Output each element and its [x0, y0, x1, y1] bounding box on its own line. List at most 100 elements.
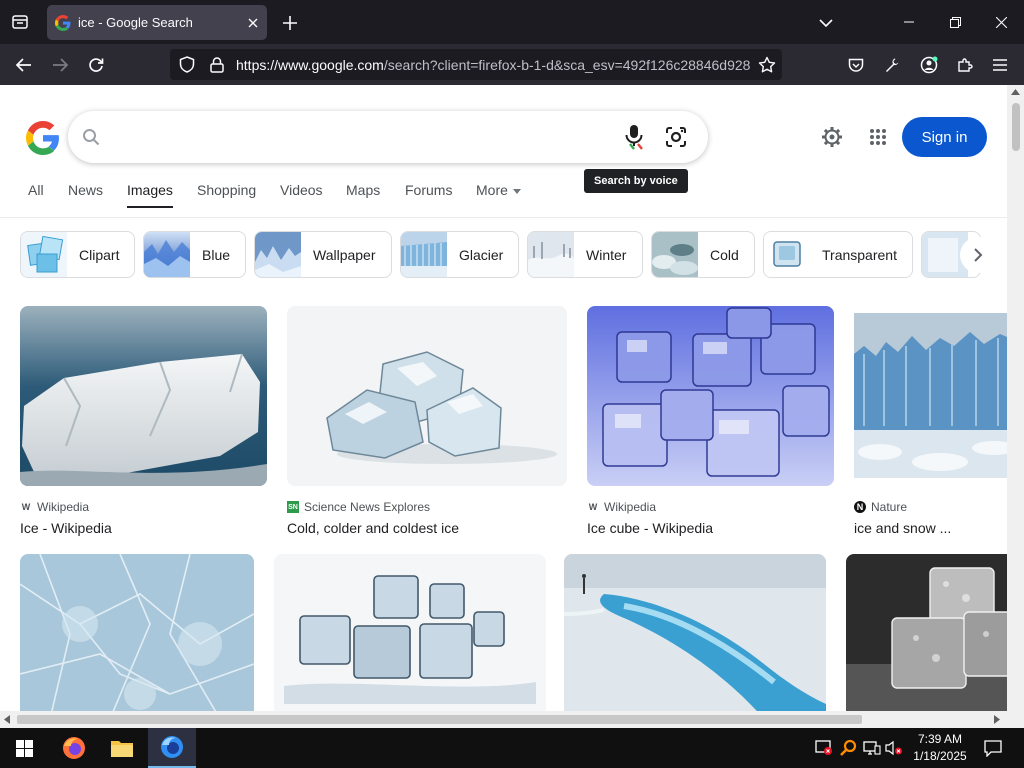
- hamburger-menu-icon: [993, 59, 1007, 71]
- chip-glacier[interactable]: Glacier: [400, 231, 519, 278]
- image-result[interactable]: SN Science News Explores Cold, colder and…: [287, 306, 567, 536]
- new-tab-button[interactable]: [276, 9, 304, 37]
- result-title[interactable]: ice and snow ...: [854, 520, 1007, 536]
- taskbar-clock[interactable]: 7:39 AM 1/18/2025: [905, 731, 975, 765]
- image-result[interactable]: N Nature ice and snow ...: [854, 306, 1007, 536]
- result-image-blue-ice-cubes[interactable]: [587, 306, 834, 486]
- back-button[interactable]: [9, 50, 39, 80]
- tracking-protection-button[interactable]: [174, 52, 200, 78]
- chip-clipart[interactable]: Clipart: [20, 231, 135, 278]
- taskbar-file-explorer-button[interactable]: [98, 728, 146, 768]
- pocket-button[interactable]: [841, 50, 871, 80]
- tab-images[interactable]: Images: [127, 182, 173, 208]
- image-result[interactable]: [846, 554, 1007, 711]
- start-button[interactable]: [0, 728, 48, 768]
- image-result[interactable]: [274, 554, 546, 711]
- vertical-scrollbar-thumb[interactable]: [1012, 103, 1020, 151]
- horizontal-scrollbar[interactable]: [0, 711, 1024, 728]
- result-title[interactable]: Cold, colder and coldest ice: [287, 520, 567, 536]
- tray-volume-button[interactable]: [884, 738, 904, 758]
- chip-transparent[interactable]: Transparent: [763, 231, 913, 278]
- gear-icon: [822, 127, 842, 147]
- scroll-left-arrow-icon[interactable]: [4, 715, 10, 724]
- tab-overflow-button[interactable]: [812, 9, 840, 37]
- image-result[interactable]: W Wikipedia Ice cube - Wikipedia: [587, 306, 834, 536]
- result-source-name: Science News Explores: [304, 500, 431, 514]
- tab-forums[interactable]: Forums: [405, 182, 452, 198]
- result-image-ice-crevasse[interactable]: [563, 554, 826, 711]
- minimize-button[interactable]: [886, 0, 932, 44]
- star-icon: [758, 56, 776, 72]
- result-source-name: Wikipedia: [604, 500, 657, 514]
- image-result[interactable]: W Wikipedia Ice - Wikipedia: [20, 306, 267, 536]
- result-title[interactable]: Ice cube - Wikipedia: [587, 520, 834, 536]
- scroll-right-arrow-icon[interactable]: [994, 715, 1000, 724]
- close-tab-button[interactable]: [239, 9, 267, 37]
- search-by-image-button[interactable]: [664, 125, 688, 149]
- tray-security-button[interactable]: [814, 738, 834, 758]
- tab-news[interactable]: News: [68, 182, 103, 198]
- account-button[interactable]: [914, 50, 944, 80]
- search-input[interactable]: [114, 123, 594, 151]
- list-all-tabs-button[interactable]: [6, 8, 34, 36]
- browser-tab-active[interactable]: ice - Google Search: [47, 5, 267, 40]
- result-image-ice-cubes[interactable]: [287, 306, 567, 486]
- chip-cold[interactable]: Cold: [651, 231, 755, 278]
- bookmark-button[interactable]: [752, 50, 782, 80]
- tab-title: ice - Google Search: [78, 15, 193, 30]
- chip-wallpaper[interactable]: Wallpaper: [254, 231, 392, 278]
- search-by-voice-button[interactable]: [622, 125, 646, 150]
- image-result[interactable]: [19, 553, 255, 711]
- search-box[interactable]: [68, 111, 708, 163]
- result-image-ice-block[interactable]: [20, 306, 267, 486]
- reload-button[interactable]: [81, 50, 111, 80]
- result-image-dark-ice-cubes[interactable]: [846, 554, 1007, 711]
- extensions-button[interactable]: [950, 50, 980, 80]
- forward-button[interactable]: [45, 50, 75, 80]
- tray-search-button[interactable]: [838, 738, 858, 758]
- close-icon: [995, 16, 1007, 28]
- result-image-frost[interactable]: [19, 553, 255, 711]
- tab-maps[interactable]: Maps: [346, 182, 380, 198]
- site-info-button[interactable]: [204, 52, 230, 78]
- sign-in-button[interactable]: Sign in: [902, 117, 987, 157]
- url-bar[interactable]: https://www.google.com/search?client=fir…: [170, 49, 782, 80]
- tab-shopping[interactable]: Shopping: [197, 182, 256, 198]
- app-menu-button[interactable]: [985, 50, 1015, 80]
- tray-network-button[interactable]: [862, 738, 882, 758]
- caret-down-icon: [512, 188, 521, 194]
- close-icon: [248, 18, 258, 27]
- result-image-ice-cube-pile[interactable]: [274, 554, 546, 711]
- chip-label: Glacier: [459, 246, 504, 263]
- url-text[interactable]: https://www.google.com/search?client=fir…: [236, 57, 752, 73]
- developer-tools-button[interactable]: [877, 50, 907, 80]
- action-center-button[interactable]: [978, 728, 1008, 768]
- tab-videos[interactable]: Videos: [280, 182, 323, 198]
- vertical-scrollbar[interactable]: [1007, 85, 1024, 711]
- firefox-icon: [63, 737, 85, 759]
- restore-button[interactable]: [932, 0, 978, 44]
- chip-label: Wallpaper: [313, 246, 376, 263]
- wikipedia-icon: W: [588, 502, 598, 512]
- chip-blue[interactable]: Blue: [143, 231, 246, 278]
- puzzle-icon: [958, 58, 973, 72]
- chip-winter[interactable]: Winter: [527, 231, 643, 278]
- header-divider: [0, 217, 1007, 218]
- chip-glacier-thumbnail: [401, 232, 447, 277]
- settings-button[interactable]: [818, 123, 846, 151]
- chip-label: Blue: [202, 246, 231, 263]
- chips-next-button[interactable]: [960, 237, 996, 273]
- result-title[interactable]: Ice - Wikipedia: [20, 520, 267, 536]
- google-logo-icon[interactable]: [26, 121, 60, 155]
- result-image-glacier[interactable]: [854, 306, 1007, 486]
- tab-all[interactable]: All: [28, 182, 44, 198]
- taskbar-firefox-button[interactable]: [50, 728, 98, 768]
- google-apps-button[interactable]: [864, 123, 892, 151]
- horizontal-scrollbar-thumb[interactable]: [17, 715, 862, 724]
- tab-more[interactable]: More: [476, 182, 521, 198]
- reload-icon: [89, 58, 104, 72]
- close-window-button[interactable]: [978, 0, 1024, 44]
- scroll-up-arrow-icon[interactable]: [1011, 89, 1020, 95]
- taskbar-firefox-active-button[interactable]: [148, 728, 196, 768]
- image-result[interactable]: [563, 554, 826, 711]
